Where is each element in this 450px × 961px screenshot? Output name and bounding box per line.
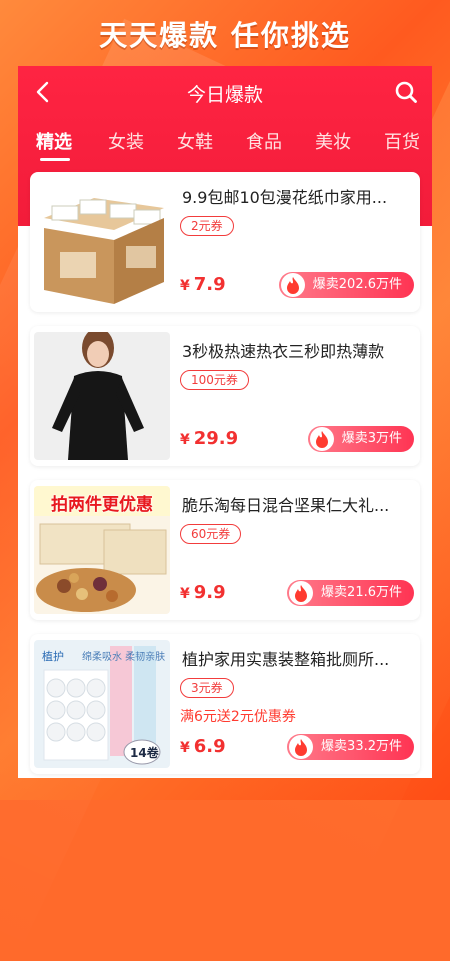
sold-count-badge: 爆卖21.6万件: [287, 580, 414, 606]
product-title[interactable]: 9.9包邮10包漫花纸巾家用...: [182, 184, 414, 208]
fire-icon: [280, 273, 305, 297]
fire-icon: [289, 735, 314, 759]
sold-count-text: 爆卖202.6万件: [312, 277, 402, 292]
product-image-toilet-paper[interactable]: 植护 绵柔吸水 柔韧亲肤 14卷: [34, 640, 170, 768]
image-tagline: 绵柔吸水 柔韧亲肤: [82, 652, 166, 663]
currency-symbol: ¥: [180, 278, 190, 294]
product-card[interactable]: 9.9包邮10包漫花纸巾家用... 2元券 ¥7.9 爆卖202.6万件: [30, 172, 420, 312]
product-title[interactable]: 植护家用实惠装整箱批厕所...: [182, 646, 414, 670]
currency-symbol: ¥: [180, 432, 190, 448]
product-image-nuts[interactable]: 拍两件更优惠: [34, 486, 170, 614]
product-card[interactable]: 植护 绵柔吸水 柔韧亲肤 14卷 植护家用实惠装整箱批厕所... 3元券 满6元…: [30, 634, 420, 774]
price-value: 6.9: [193, 736, 226, 757]
promo-text: 满6元送2元优惠券: [180, 709, 296, 725]
product-card[interactable]: 拍两件更优惠 脆乐淘每日混合坚果仁大礼... 60元券 ¥9.9 爆卖21.6万…: [30, 480, 420, 620]
currency-symbol: ¥: [180, 586, 190, 602]
tab-beauty[interactable]: 美妆: [315, 128, 351, 154]
tab-general-goods[interactable]: 百货: [384, 128, 420, 154]
product-price: ¥6.9: [180, 736, 226, 757]
product-image-thermal-wear[interactable]: [34, 332, 170, 460]
price-value: 7.9: [193, 274, 226, 295]
image-roll-count: 14卷: [130, 746, 159, 760]
promo-banner: 天天爆款 任你挑选: [99, 19, 351, 52]
sold-count-badge: 爆卖3万件: [307, 426, 414, 452]
coupon-badge: 60元券: [180, 524, 242, 544]
product-price: ¥29.9: [180, 428, 238, 449]
product-price: ¥7.9: [180, 274, 226, 295]
product-card[interactable]: 3秒极热速热衣三秒即热薄款 100元券 ¥29.9 爆卖3万件: [30, 326, 420, 466]
coupon-badge: 2元券: [180, 216, 234, 236]
product-title[interactable]: 脆乐淘每日混合坚果仁大礼...: [182, 492, 414, 516]
coupon-badge: 3元券: [180, 678, 234, 698]
sold-count-badge: 爆卖33.2万件: [287, 734, 414, 760]
main-panel: 今日爆款 精选 女装 女鞋 食品 美妆 百货 9.9包邮10包漫花纸巾家用...…: [18, 66, 432, 778]
sold-count-text: 爆卖3万件: [341, 431, 402, 446]
product-list: 9.9包邮10包漫花纸巾家用... 2元券 ¥7.9 爆卖202.6万件 3秒极…: [30, 172, 420, 778]
image-overlay-text: 拍两件更优惠: [51, 495, 153, 515]
sold-count-text: 爆卖21.6万件: [321, 585, 402, 600]
price-value: 9.9: [193, 582, 226, 603]
sold-count-badge: 爆卖202.6万件: [278, 272, 414, 298]
currency-symbol: ¥: [180, 740, 190, 756]
search-button[interactable]: [394, 80, 418, 104]
sold-count-text: 爆卖33.2万件: [321, 739, 402, 754]
price-value: 29.9: [193, 428, 239, 449]
search-icon: [395, 81, 417, 103]
tab-food[interactable]: 食品: [246, 128, 282, 154]
top-bar: 今日爆款: [18, 66, 432, 120]
product-title[interactable]: 3秒极热速热衣三秒即热薄款: [182, 338, 414, 362]
tab-featured[interactable]: 精选: [36, 128, 72, 154]
fire-icon: [289, 581, 314, 605]
product-price: ¥9.9: [180, 582, 226, 603]
tab-womens-shoes[interactable]: 女鞋: [177, 128, 213, 154]
active-tab-indicator: [40, 158, 70, 161]
product-image-tissue[interactable]: [34, 178, 170, 306]
category-tabs: 精选 女装 女鞋 食品 美妆 百货: [18, 124, 432, 164]
tab-womens-clothing[interactable]: 女装: [108, 128, 144, 154]
coupon-badge: 100元券: [180, 370, 249, 390]
page-title: 今日爆款: [186, 84, 263, 106]
fire-icon: [309, 427, 334, 451]
image-brand-label: 植护: [42, 650, 64, 663]
